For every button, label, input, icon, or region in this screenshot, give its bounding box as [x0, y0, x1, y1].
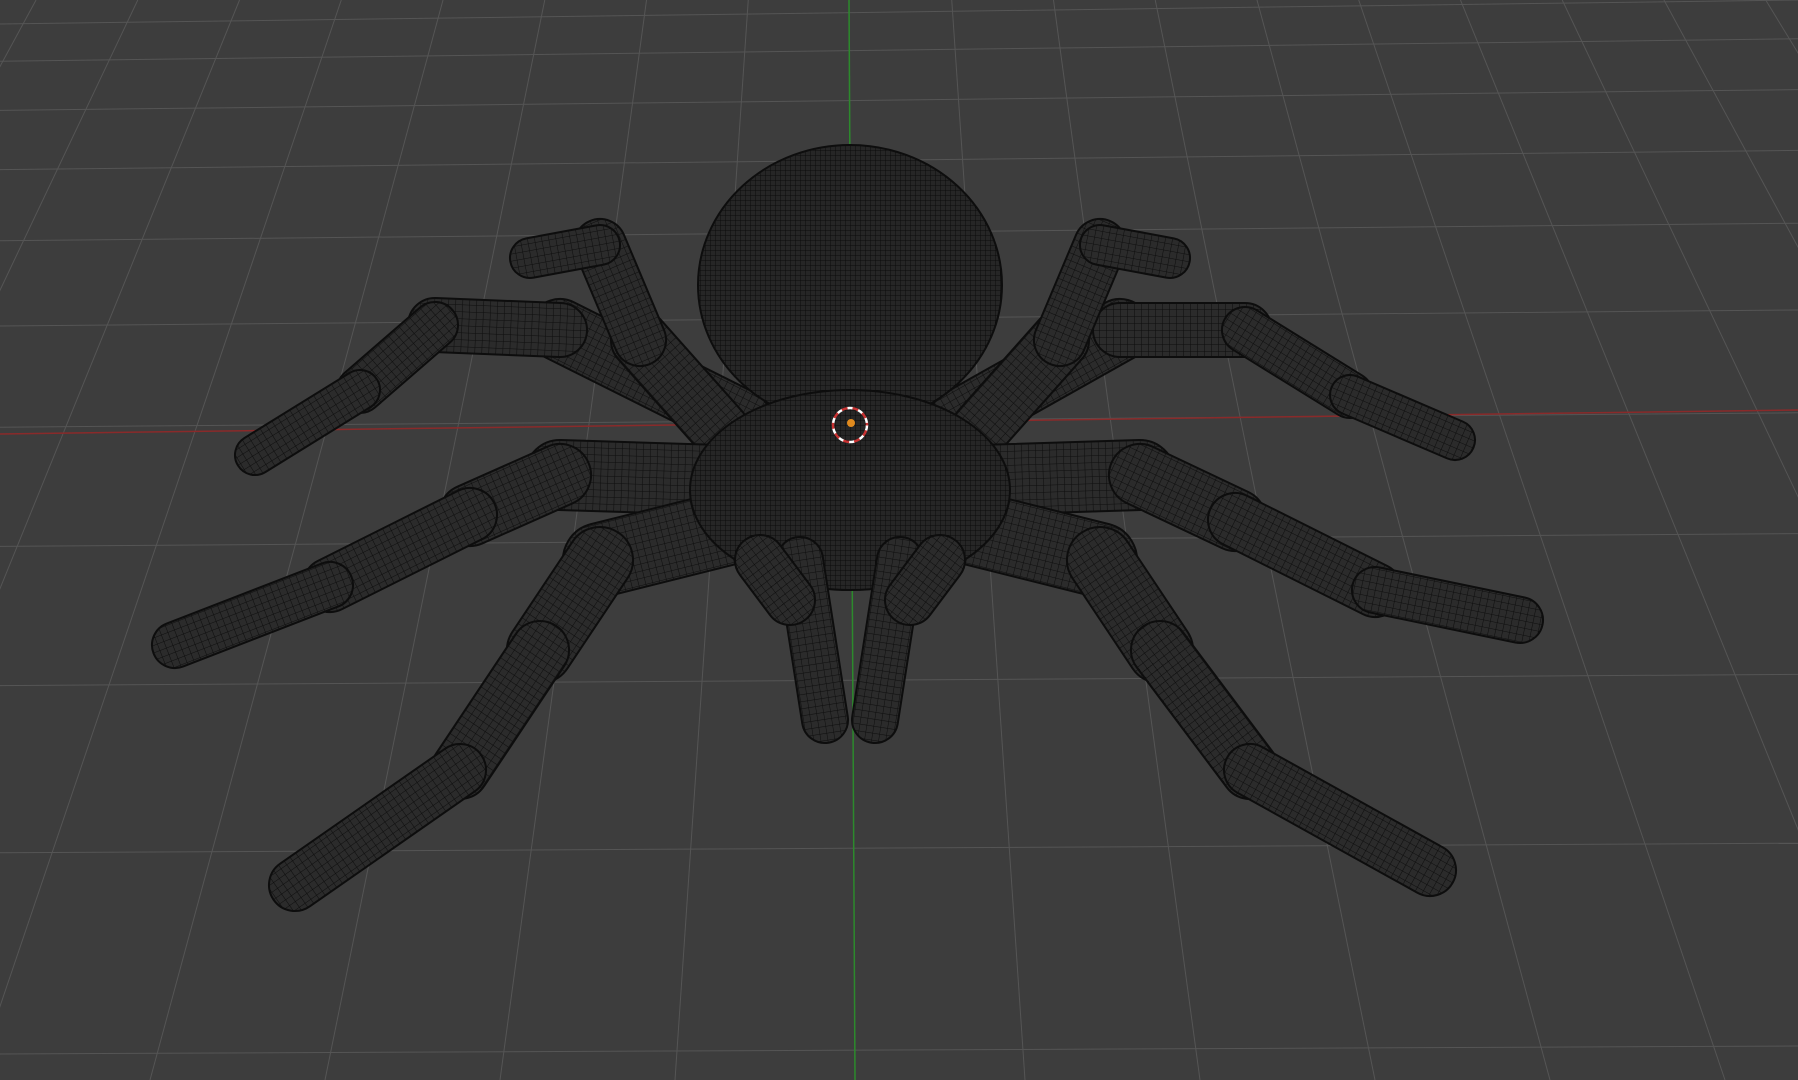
- leg-segment[interactable]: [1215, 735, 1466, 906]
- viewport-canvas[interactable]: [0, 0, 1798, 1080]
- leg-segment[interactable]: [227, 362, 387, 482]
- grid-line: [0, 38, 1798, 62]
- spider-mesh[interactable]: [145, 144, 1547, 921]
- grid-line: [1358, 0, 1726, 1080]
- grid-line: [0, 0, 1798, 25]
- grid-line: [0, 0, 240, 590]
- grid-line: [1663, 0, 1798, 249]
- grid-line: [0, 0, 342, 1008]
- grid-line: [1460, 0, 1798, 831]
- spider-abdomen[interactable]: [697, 144, 1003, 426]
- leg-segment[interactable]: [259, 734, 496, 921]
- grid-line: [0, 0, 139, 292]
- grid-line: [0, 0, 37, 68]
- grid-line: [0, 89, 1798, 111]
- grid-line: [0, 842, 1798, 854]
- object-origin-icon: [847, 419, 855, 427]
- grid-line: [1765, 0, 1798, 54]
- leg-segment[interactable]: [145, 555, 360, 675]
- grid-line: [0, 1045, 1798, 1055]
- leg-segment[interactable]: [1348, 563, 1547, 647]
- 3d-viewport[interactable]: [0, 0, 1798, 1080]
